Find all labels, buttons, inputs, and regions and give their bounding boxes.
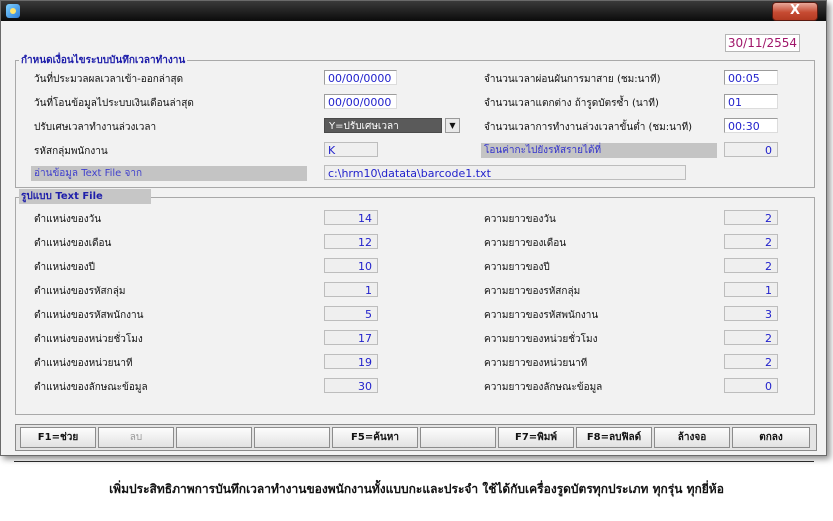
position-label: ตำแหน่งของลักษณะข้อมูล bbox=[34, 382, 148, 393]
footer-caption: เพิ่มประสิทธิภาพการบันทึกเวลาทำงานของพนั… bbox=[109, 482, 724, 496]
length-label: ความยาวของหน่วยชั่วโมง bbox=[484, 334, 598, 345]
ok-button[interactable]: ตกลง bbox=[732, 427, 810, 448]
last-transfer-field[interactable]: 00/00/0000 bbox=[324, 94, 397, 109]
position-label: ตำแหน่งของหน่วยชั่วโมง bbox=[34, 334, 143, 345]
position-field[interactable]: 10 bbox=[324, 258, 378, 273]
position-field[interactable]: 17 bbox=[324, 330, 378, 345]
length-label: ความยาวของวัน bbox=[484, 214, 556, 225]
late-grace-field[interactable]: 00:05 bbox=[724, 70, 778, 85]
late-grace-label: จำนวนเวลาผ่อนผันการมาสาย (ชม:นาที) bbox=[484, 74, 661, 85]
length-field[interactable]: 2 bbox=[724, 234, 778, 249]
dup-scan-label: จำนวนเวลาแตกต่าง ถ้ารูดบัตรซ้ำ (นาที) bbox=[484, 98, 659, 109]
last-scan-label: วันที่ประมวลผลเวลาเข้า-ออกล่าสุด bbox=[34, 74, 184, 85]
toolbar-button-empty-1[interactable] bbox=[176, 427, 252, 448]
main-window: X 30/11/2554 กำหนดเงื่อนไขระบบบันทึกเวลา… bbox=[0, 0, 827, 456]
length-label: ความยาวของลักษณะข้อมูล bbox=[484, 382, 603, 393]
read-file-label: อ่านข้อมูล Text File จาก bbox=[31, 166, 307, 181]
position-field[interactable]: 30 bbox=[324, 378, 378, 393]
group-code-field[interactable]: K bbox=[324, 142, 378, 157]
current-date: 30/11/2554 bbox=[725, 34, 800, 52]
transfer-income-code-label: โอนค่ากะไปยังรหัสรายได้ที่ bbox=[481, 143, 717, 158]
toolbar-button-empty-3[interactable] bbox=[420, 427, 496, 448]
position-label: ตำแหน่งของรหัสพนักงาน bbox=[34, 310, 144, 321]
position-field[interactable]: 1 bbox=[324, 282, 378, 297]
delete-field-button[interactable]: F8=ลบฟิลด์ bbox=[576, 427, 652, 448]
last-scan-field[interactable]: 00/00/0000 bbox=[324, 70, 397, 85]
chevron-down-icon[interactable]: ▼ bbox=[445, 118, 460, 133]
last-transfer-label: วันที่โอนข้อมูลไประบบเงินเดือนล่าสุด bbox=[34, 98, 194, 109]
help-button[interactable]: F1=ช่วย bbox=[20, 427, 96, 448]
length-label: ความยาวของปี bbox=[484, 262, 550, 273]
length-field[interactable]: 0 bbox=[724, 378, 778, 393]
length-field[interactable]: 2 bbox=[724, 330, 778, 345]
clear-screen-button[interactable]: ล้างจอ bbox=[654, 427, 730, 448]
close-button[interactable]: X bbox=[772, 2, 818, 21]
length-field[interactable]: 2 bbox=[724, 210, 778, 225]
min-ot-field[interactable]: 00:30 bbox=[724, 118, 778, 133]
length-label: ความยาวของเดือน bbox=[484, 238, 567, 249]
delete-button[interactable]: ลบ bbox=[98, 427, 174, 448]
position-field[interactable]: 19 bbox=[324, 354, 378, 369]
button-bar: F1=ช่วย ลบ F5=ค้นหา F7=พิมพ์ F8=ลบฟิลด์ … bbox=[15, 424, 817, 451]
footer-divider bbox=[14, 461, 814, 462]
length-field[interactable]: 2 bbox=[724, 354, 778, 369]
position-field[interactable]: 5 bbox=[324, 306, 378, 321]
position-field[interactable]: 12 bbox=[324, 234, 378, 249]
read-file-path-field[interactable]: c:\hrm10\datata\barcode1.txt bbox=[324, 165, 686, 180]
title-bar[interactable]: X bbox=[1, 1, 826, 21]
position-label: ตำแหน่งของหน่วยนาที bbox=[34, 358, 133, 369]
adjust-ot-label: ปรับเศษเวลาทำงานล่วงเวลา bbox=[34, 122, 157, 133]
length-label: ความยาวของรหัสกลุ่ม bbox=[484, 286, 581, 297]
length-label: ความยาวของหน่วยนาที bbox=[484, 358, 588, 369]
app-icon bbox=[6, 4, 20, 18]
length-label: ความยาวของรหัสพนักงาน bbox=[484, 310, 599, 321]
adjust-ot-selected-value[interactable]: Y=ปรับเศษเวลา bbox=[324, 118, 442, 133]
min-ot-label: จำนวนเวลาการทำงานล่วงเวลาขั้นต่ำ (ชม:นาท… bbox=[484, 122, 693, 133]
search-button[interactable]: F5=ค้นหา bbox=[332, 427, 418, 448]
dup-scan-field[interactable]: 01 bbox=[724, 94, 778, 109]
section2-title: รูปแบบ Text File bbox=[19, 189, 151, 204]
length-field[interactable]: 1 bbox=[724, 282, 778, 297]
position-label: ตำแหน่งของรหัสกลุ่ม bbox=[34, 286, 126, 297]
position-field[interactable]: 14 bbox=[324, 210, 378, 225]
adjust-ot-select[interactable]: Y=ปรับเศษเวลา ▼ bbox=[324, 118, 461, 133]
length-field[interactable]: 2 bbox=[724, 258, 778, 273]
transfer-income-code-field[interactable]: 0 bbox=[724, 142, 778, 157]
print-button[interactable]: F7=พิมพ์ bbox=[498, 427, 574, 448]
position-label: ตำแหน่งของเดือน bbox=[34, 238, 112, 249]
section1-title: กำหนดเงื่อนไขระบบบันทึกเวลาทำงาน bbox=[19, 53, 188, 68]
toolbar-button-empty-2[interactable] bbox=[254, 427, 330, 448]
position-label: ตำแหน่งของวัน bbox=[34, 214, 102, 225]
length-field[interactable]: 3 bbox=[724, 306, 778, 321]
group-code-label: รหัสกลุ่มพนักงาน bbox=[34, 146, 108, 157]
position-label: ตำแหน่งของปี bbox=[34, 262, 95, 273]
